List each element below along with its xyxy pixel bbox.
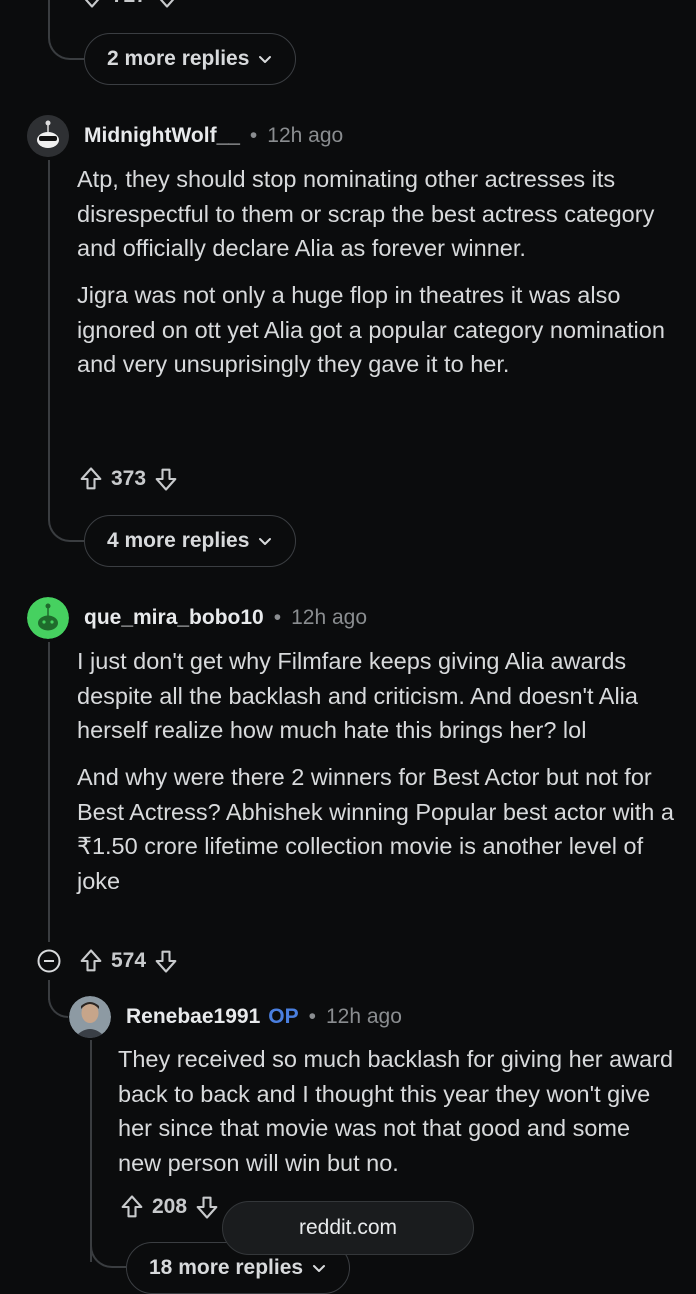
comment-body: Atp, they should stop nominating other a… [77, 162, 677, 395]
chevron-down-icon [313, 1265, 326, 1272]
more-replies-label: 4 more replies [107, 529, 250, 552]
comment-paragraph: Atp, they should stop nominating other a… [77, 166, 655, 262]
downvote-icon[interactable] [193, 1193, 221, 1221]
vote-count: 727 [112, 0, 147, 8]
comment-header: Renebae1991 OP • 12h ago [126, 1005, 402, 1029]
more-replies-label: 18 more replies [149, 1256, 304, 1279]
thread-curve [48, 510, 84, 542]
vote-row: 373 [77, 465, 180, 493]
separator-dot: • [273, 606, 282, 629]
timestamp: 12h ago [325, 1005, 402, 1028]
thread-line [48, 160, 50, 518]
vote-row: 208 [118, 1193, 221, 1221]
thread-line [90, 1040, 92, 1262]
more-replies-button[interactable]: 4 more replies [84, 515, 297, 567]
vote-row: 574 [77, 947, 180, 975]
thread-curve [90, 1240, 126, 1268]
comment-paragraph: And why were there 2 winners for Best Ac… [77, 764, 674, 895]
comment-paragraph: I just don't get why Filmfare keeps givi… [77, 648, 638, 744]
avatar[interactable] [69, 996, 111, 1038]
avatar[interactable] [27, 597, 69, 639]
comment-paragraph: They received so much backlash for givin… [118, 1046, 674, 1176]
separator-dot: • [308, 1005, 316, 1028]
comment-header: que_mira_bobo10 • 12h ago [84, 606, 367, 630]
downvote-icon[interactable] [152, 465, 180, 493]
vote-row-partial: 727 [78, 0, 181, 10]
user-avatar-icon [69, 996, 111, 1038]
more-replies-button[interactable]: 2 more replies [84, 33, 297, 85]
author-name[interactable]: que_mira_bobo10 [84, 606, 264, 630]
url-bar-toast[interactable]: reddit.com [222, 1201, 474, 1255]
comment-body: They received so much backlash for givin… [118, 1042, 678, 1193]
author-name[interactable]: Renebae1991 [126, 1005, 260, 1029]
chevron-down-icon [259, 538, 272, 545]
thread-curve [48, 992, 68, 1018]
author-name[interactable]: MidnightWolf__ [84, 124, 240, 148]
vote-count: 208 [152, 1195, 188, 1218]
downvote-icon[interactable] [78, 0, 106, 10]
thread-line [48, 642, 50, 942]
snoo-avatar-icon [27, 115, 69, 157]
snoo-avatar-icon [27, 597, 69, 639]
upvote-icon[interactable] [77, 947, 105, 975]
collapse-button[interactable] [37, 949, 61, 973]
timestamp: 12h ago [291, 606, 368, 629]
thread-curve [48, 30, 84, 60]
upvote-icon[interactable] [77, 465, 105, 493]
url-label: reddit.com [298, 1216, 398, 1239]
avatar[interactable] [27, 115, 69, 157]
comment-header: MidnightWolf__ • 12h ago [84, 124, 343, 148]
vote-count: 574 [111, 949, 147, 972]
op-badge: OP [268, 1005, 299, 1028]
vote-count: 373 [111, 467, 147, 490]
downvote-icon[interactable] [152, 947, 180, 975]
minus-circle-icon [37, 949, 61, 973]
downvote-icon[interactable] [153, 0, 181, 10]
separator-dot: • [249, 124, 258, 147]
chevron-down-icon [259, 56, 272, 63]
comment-body: I just don't get why Filmfare keeps givi… [77, 644, 677, 911]
upvote-icon[interactable] [118, 1193, 146, 1221]
more-replies-label: 2 more replies [107, 47, 250, 70]
comment-paragraph: Jigra was not only a huge flop in theatr… [77, 282, 665, 378]
timestamp: 12h ago [267, 124, 344, 147]
